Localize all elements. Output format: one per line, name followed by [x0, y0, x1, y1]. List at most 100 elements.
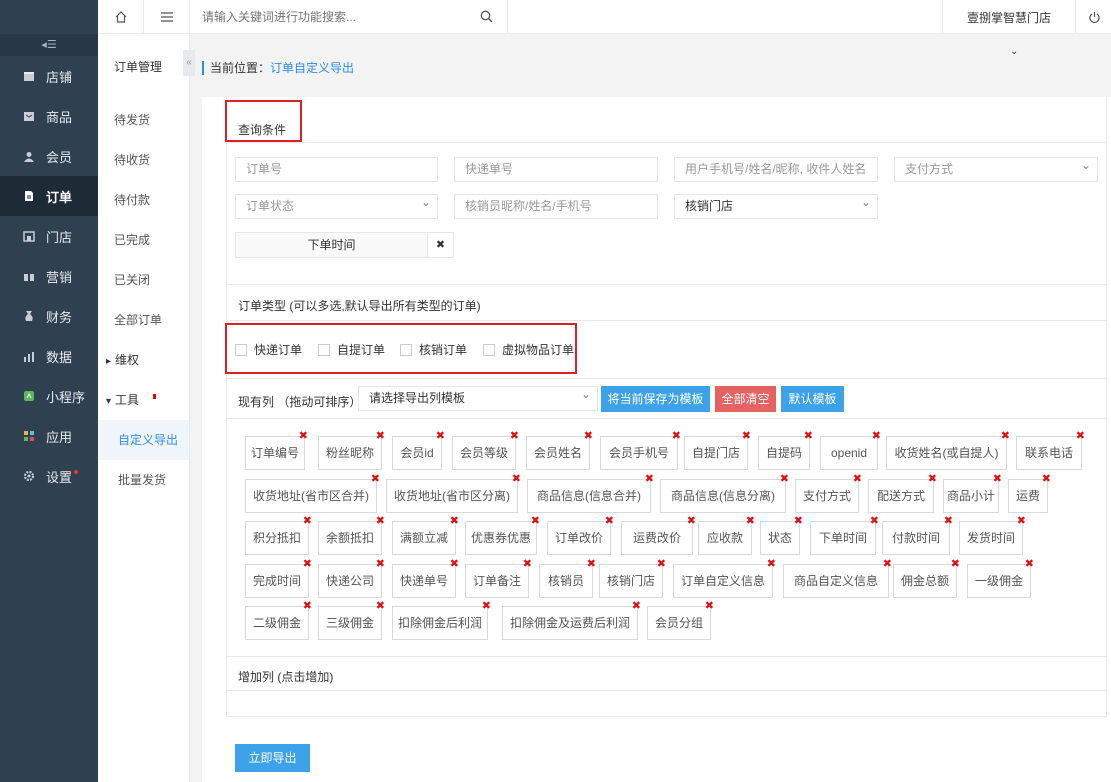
sidebar-item[interactable]: 财务	[0, 296, 98, 336]
remove-tag-icon[interactable]: ✖	[450, 559, 459, 570]
column-tag[interactable]: 满额立减 ✖	[392, 516, 459, 555]
column-tag[interactable]: 发货时间 ✖	[959, 516, 1026, 555]
remove-tag-icon[interactable]: ✖	[705, 601, 714, 612]
checkbox-icon[interactable]	[318, 343, 330, 356]
remove-tag-icon[interactable]: ✖	[512, 474, 521, 485]
column-tag[interactable]: 三级佣金 ✖	[318, 601, 385, 640]
verifier-input[interactable]: 核销员昵称/姓名/手机号	[454, 194, 658, 219]
sidebar-item[interactable]: 应用	[0, 416, 98, 456]
remove-tag-icon[interactable]: ✖	[672, 431, 681, 442]
column-tag[interactable]: 会员分组 ✖	[647, 601, 714, 640]
remove-tag-icon[interactable]: ✖	[780, 474, 789, 485]
order-time-picker[interactable]: 下单时间	[235, 232, 428, 258]
remove-tag-icon[interactable]: ✖	[853, 474, 862, 485]
order-status-select[interactable]: 订单状态	[235, 191, 438, 219]
order-type-checkbox[interactable]: 虚拟物品订单	[483, 341, 574, 358]
column-tag[interactable]: 快递单号 ✖	[392, 559, 459, 598]
column-tag[interactable]: 商品信息(信息合并) ✖	[527, 474, 654, 513]
remove-tag-icon[interactable]: ✖	[376, 516, 385, 527]
column-tag[interactable]: 快递公司 ✖	[318, 559, 385, 598]
checkbox-icon[interactable]	[483, 343, 495, 356]
remove-tag-icon[interactable]: ✖	[870, 516, 879, 527]
remove-tag-icon[interactable]: ✖	[605, 516, 614, 527]
template-select[interactable]: 请选择导出列模板	[358, 383, 598, 411]
submenu-item[interactable]: 待收货	[98, 140, 189, 180]
order-type-checkbox[interactable]: 自提订单	[318, 341, 385, 358]
remove-tag-icon[interactable]: ✖	[767, 559, 776, 570]
remove-tag-icon[interactable]: ✖	[510, 431, 519, 442]
remove-tag-icon[interactable]: ✖	[645, 474, 654, 485]
remove-tag-icon[interactable]: ✖	[376, 431, 385, 442]
column-tag[interactable]: 配送方式 ✖	[868, 474, 937, 513]
sidebar-item[interactable]: 商品	[0, 96, 98, 136]
remove-tag-icon[interactable]: ✖	[742, 431, 751, 442]
sidebar-item[interactable]: 设置	[0, 456, 98, 496]
remove-tag-icon[interactable]: ✖	[584, 431, 593, 442]
power-icon[interactable]	[1078, 0, 1111, 34]
remove-tag-icon[interactable]: ✖	[376, 601, 385, 612]
column-tag[interactable]: 自提门店 ✖	[684, 431, 751, 470]
remove-tag-icon[interactable]: ✖	[482, 601, 491, 612]
menu-collapse-icon[interactable]: ◂☰	[0, 34, 98, 56]
remove-tag-icon[interactable]: ✖	[303, 601, 312, 612]
column-tag[interactable]: 订单自定义信息 ✖	[673, 559, 776, 598]
remove-tag-icon[interactable]: ✖	[523, 559, 532, 570]
clear-time-icon[interactable]: ✖	[427, 232, 454, 258]
column-tag[interactable]: 收货姓名(或自提人) ✖	[886, 431, 1010, 470]
column-tag[interactable]: openid ✖	[820, 431, 881, 470]
column-tag[interactable]: 会员姓名 ✖	[526, 431, 593, 470]
column-tag[interactable]: 订单编号 ✖	[245, 431, 308, 470]
column-tag[interactable]: 下单时间 ✖	[810, 516, 879, 555]
express-no-input[interactable]: 快递单号	[454, 157, 658, 182]
column-tag[interactable]: 粉丝昵称 ✖	[318, 431, 385, 470]
column-tag[interactable]: 状态 ✖	[760, 516, 803, 555]
column-tag[interactable]: 联系电话 ✖	[1016, 431, 1085, 470]
column-tag[interactable]: 应收款 ✖	[698, 516, 755, 555]
remove-tag-icon[interactable]: ✖	[1025, 559, 1034, 570]
remove-tag-icon[interactable]: ✖	[299, 431, 308, 442]
remove-tag-icon[interactable]: ✖	[376, 559, 385, 570]
remove-tag-icon[interactable]: ✖	[303, 559, 312, 570]
submenu-item[interactable]: 待付款	[98, 180, 189, 220]
column-tag[interactable]: 优惠券优惠 ✖	[465, 516, 540, 555]
remove-tag-icon[interactable]: ✖	[746, 516, 755, 527]
remove-tag-icon[interactable]: ✖	[1001, 431, 1010, 442]
verify-store-select[interactable]: 核销门店	[674, 191, 878, 219]
remove-tag-icon[interactable]: ✖	[1042, 474, 1051, 485]
remove-tag-icon[interactable]: ✖	[1076, 431, 1085, 442]
column-tag[interactable]: 会员手机号 ✖	[600, 431, 681, 470]
column-tag[interactable]: 订单备注 ✖	[465, 559, 532, 598]
remove-tag-icon[interactable]: ✖	[687, 516, 696, 527]
remove-tag-icon[interactable]: ✖	[944, 516, 953, 527]
chevron-down-icon[interactable]: ⌄	[1010, 46, 1018, 57]
sidebar-item[interactable]: 营销	[0, 256, 98, 296]
order-type-checkbox[interactable]: 快递订单	[235, 341, 302, 358]
submenu-item[interactable]: ▾ 工具	[98, 380, 189, 420]
column-tag[interactable]: 商品信息(信息分离) ✖	[660, 474, 789, 513]
remove-tag-icon[interactable]: ✖	[450, 516, 459, 527]
remove-tag-icon[interactable]: ✖	[436, 431, 445, 442]
column-tag[interactable]: 积分抵扣 ✖	[245, 516, 312, 555]
submenu-item[interactable]: 已关闭	[98, 260, 189, 300]
remove-tag-icon[interactable]: ✖	[928, 474, 937, 485]
submenu-item[interactable]: 自定义导出	[98, 420, 189, 460]
column-tag[interactable]: 扣除佣金及运费后利润 ✖	[502, 601, 641, 640]
submenu-item[interactable]: 批量发货	[98, 460, 189, 500]
search-icon[interactable]	[480, 10, 493, 26]
remove-tag-icon[interactable]: ✖	[883, 559, 892, 570]
column-tag[interactable]: 核销员 ✖	[539, 559, 596, 598]
export-button[interactable]: 立即导出	[235, 744, 310, 772]
submenu-item[interactable]: ▸ 维权	[98, 340, 189, 380]
save-template-button[interactable]: 将当前保存为模板	[601, 386, 710, 412]
remove-tag-icon[interactable]: ✖	[872, 431, 881, 442]
column-tag[interactable]: 一级佣金 ✖	[967, 559, 1034, 598]
sidebar-item[interactable]: 数据	[0, 336, 98, 376]
store-name[interactable]: 壹捌掌智慧门店	[942, 0, 1076, 34]
user-search-input[interactable]: 用户手机号/姓名/昵称, 收件人姓名	[674, 157, 878, 182]
remove-tag-icon[interactable]: ✖	[951, 559, 960, 570]
remove-tag-icon[interactable]: ✖	[657, 559, 666, 570]
column-tag[interactable]: 完成时间 ✖	[245, 559, 312, 598]
column-tag[interactable]: 运费改价 ✖	[621, 516, 696, 555]
remove-tag-icon[interactable]: ✖	[1017, 516, 1026, 527]
clear-all-button[interactable]: 全部清空	[715, 386, 776, 412]
